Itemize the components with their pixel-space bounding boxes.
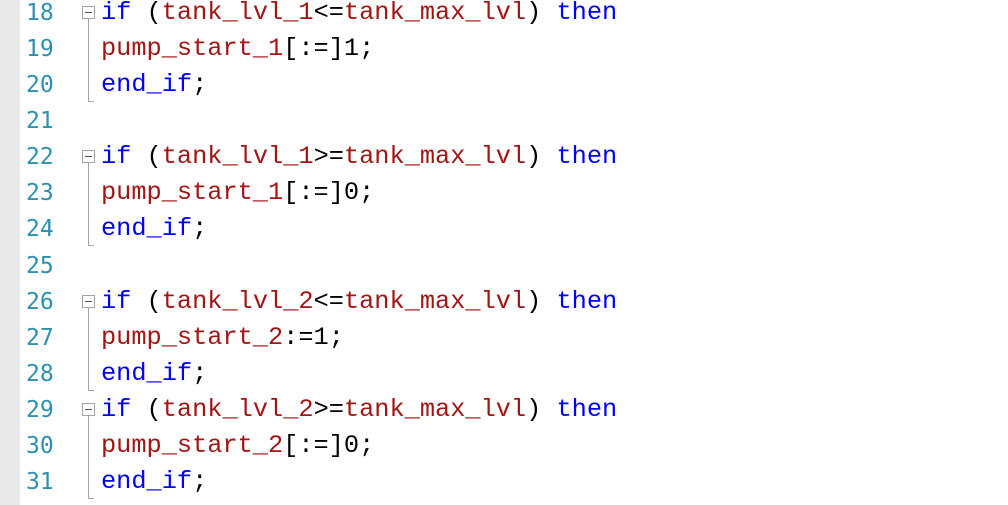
- code-text: if (tank_lvl_1<=tank_max_lvl) then: [101, 0, 617, 27]
- identifier-token: tank_lvl_2: [161, 394, 314, 424]
- operator-token: (: [131, 142, 162, 172]
- code-text: if (tank_lvl_2<=tank_max_lvl) then: [101, 286, 618, 316]
- keyword-token: then: [556, 394, 618, 424]
- identifier-token: tank_max_lvl: [343, 142, 527, 172]
- line-number: 21: [26, 108, 54, 135]
- keyword-token: then: [556, 0, 618, 27]
- code-line[interactable]: 28 end_if;: [20, 358, 1008, 396]
- keyword-token: if: [101, 142, 132, 172]
- code-text: end_if;: [101, 215, 207, 243]
- operator-token: ;: [192, 70, 208, 100]
- line-number: 23: [26, 180, 54, 207]
- code-line[interactable]: 31 end_if;: [20, 468, 1008, 504]
- operator-token: <=: [313, 0, 344, 27]
- keyword-token: then: [556, 286, 618, 316]
- code-line[interactable]: 29 if (tank_lvl_2>=tank_max_lvl) then: [20, 394, 1008, 432]
- code-line[interactable]: 27 pump_start_2:=1;: [20, 322, 1008, 360]
- keyword-token: then: [556, 142, 618, 172]
- keyword-token: if: [101, 286, 132, 316]
- code-line[interactable]: 26 if (tank_lvl_2<=tank_max_lvl) then: [20, 286, 1008, 324]
- code-text: if (tank_lvl_1>=tank_max_lvl) then: [101, 143, 617, 171]
- code-text: end_if;: [101, 358, 208, 388]
- keyword-token: end_if: [101, 214, 193, 244]
- code-line[interactable]: 24 end_if;: [20, 215, 1008, 251]
- operator-token: ;: [192, 467, 208, 497]
- code-line[interactable]: 20 end_if;: [20, 71, 1008, 107]
- identifier-token: tank_lvl_2: [161, 286, 314, 316]
- identifier-token: pump_start_1: [101, 34, 284, 64]
- code-line[interactable]: 19 pump_start_1[:=]1;: [20, 35, 1008, 71]
- line-number: 26: [26, 288, 54, 315]
- identifier-token: tank_lvl_1: [161, 142, 314, 172]
- line-number: 29: [26, 396, 54, 423]
- operator-token: (: [131, 394, 162, 424]
- code-line[interactable]: 18 if (tank_lvl_1<=tank_max_lvl) then: [20, 0, 1008, 35]
- operator-token: [:=]0;: [283, 430, 375, 460]
- operator-token: ): [526, 286, 557, 316]
- left-margin-strip: [0, 0, 20, 505]
- code-line[interactable]: 22 if (tank_lvl_1>=tank_max_lvl) then: [20, 143, 1008, 179]
- line-number: 22: [26, 144, 54, 171]
- operator-token: (: [131, 0, 162, 27]
- code-line[interactable]: 21: [20, 107, 1008, 143]
- fold-end-marker: [88, 498, 94, 500]
- operator-token: (: [131, 286, 162, 316]
- operator-token: >=: [313, 394, 344, 424]
- keyword-token: end_if: [101, 467, 193, 497]
- fold-end-marker: [88, 389, 94, 391]
- operator-token: <=: [313, 286, 344, 316]
- identifier-token: tank_max_lvl: [343, 394, 527, 424]
- code-text: pump_start_2[:=]0;: [101, 430, 375, 460]
- identifier-token: pump_start_2: [101, 322, 284, 352]
- operator-token: ;: [192, 358, 208, 388]
- identifier-token: tank_max_lvl: [343, 0, 527, 27]
- operator-token: :=1;: [283, 322, 344, 352]
- line-number: 27: [26, 324, 54, 351]
- operator-token: >=: [313, 142, 344, 172]
- code-editor[interactable]: 18 if (tank_lvl_1<=tank_max_lvl) then 19 pu…: [20, 0, 1008, 505]
- operator-token: [:=]0;: [283, 178, 375, 208]
- fold-end-marker: [88, 245, 94, 247]
- code-text: if (tank_lvl_2>=tank_max_lvl) then: [101, 394, 618, 424]
- operator-token: ;: [192, 214, 208, 244]
- operator-token: ): [526, 142, 557, 172]
- code-line[interactable]: 30 pump_start_2[:=]0;: [20, 430, 1008, 468]
- keyword-token: end_if: [101, 70, 193, 100]
- fold-guide-line: [88, 307, 89, 390]
- line-number: 31: [26, 469, 54, 496]
- code-line[interactable]: 23 pump_start_1[:=]0;: [20, 179, 1008, 215]
- collapse-block-icon[interactable]: [82, 150, 95, 164]
- line-number: 20: [26, 72, 54, 99]
- code-text: pump_start_2:=1;: [101, 322, 344, 352]
- keyword-token: if: [101, 394, 132, 424]
- operator-token: ): [526, 0, 557, 27]
- line-number: 19: [26, 36, 54, 63]
- identifier-token: tank_lvl_1: [161, 0, 314, 27]
- fold-guide-line: [88, 415, 89, 499]
- keyword-token: if: [101, 0, 132, 27]
- keyword-token: end_if: [101, 358, 193, 388]
- line-number: 18: [26, 0, 54, 26]
- collapse-block-icon[interactable]: [82, 294, 95, 308]
- code-text: pump_start_1[:=]1;: [101, 35, 374, 63]
- line-number: 30: [26, 432, 54, 459]
- code-line[interactable]: 25: [20, 252, 1008, 288]
- fold-end-marker: [88, 101, 94, 103]
- line-number: 24: [26, 216, 54, 243]
- identifier-token: tank_max_lvl: [343, 286, 527, 316]
- fold-guide-line: [88, 163, 89, 246]
- identifier-token: pump_start_1: [101, 178, 284, 208]
- operator-token: ): [526, 394, 557, 424]
- line-number: 28: [26, 360, 54, 387]
- identifier-token: pump_start_2: [101, 430, 284, 460]
- code-text: end_if;: [101, 71, 207, 99]
- code-text: pump_start_1[:=]0;: [101, 179, 374, 207]
- fold-guide-line: [88, 19, 89, 102]
- code-text: end_if;: [101, 468, 207, 496]
- operator-token: [:=]1;: [283, 34, 375, 64]
- collapse-block-icon[interactable]: [82, 6, 95, 19]
- line-number: 25: [26, 252, 54, 279]
- collapse-block-icon[interactable]: [82, 402, 95, 416]
